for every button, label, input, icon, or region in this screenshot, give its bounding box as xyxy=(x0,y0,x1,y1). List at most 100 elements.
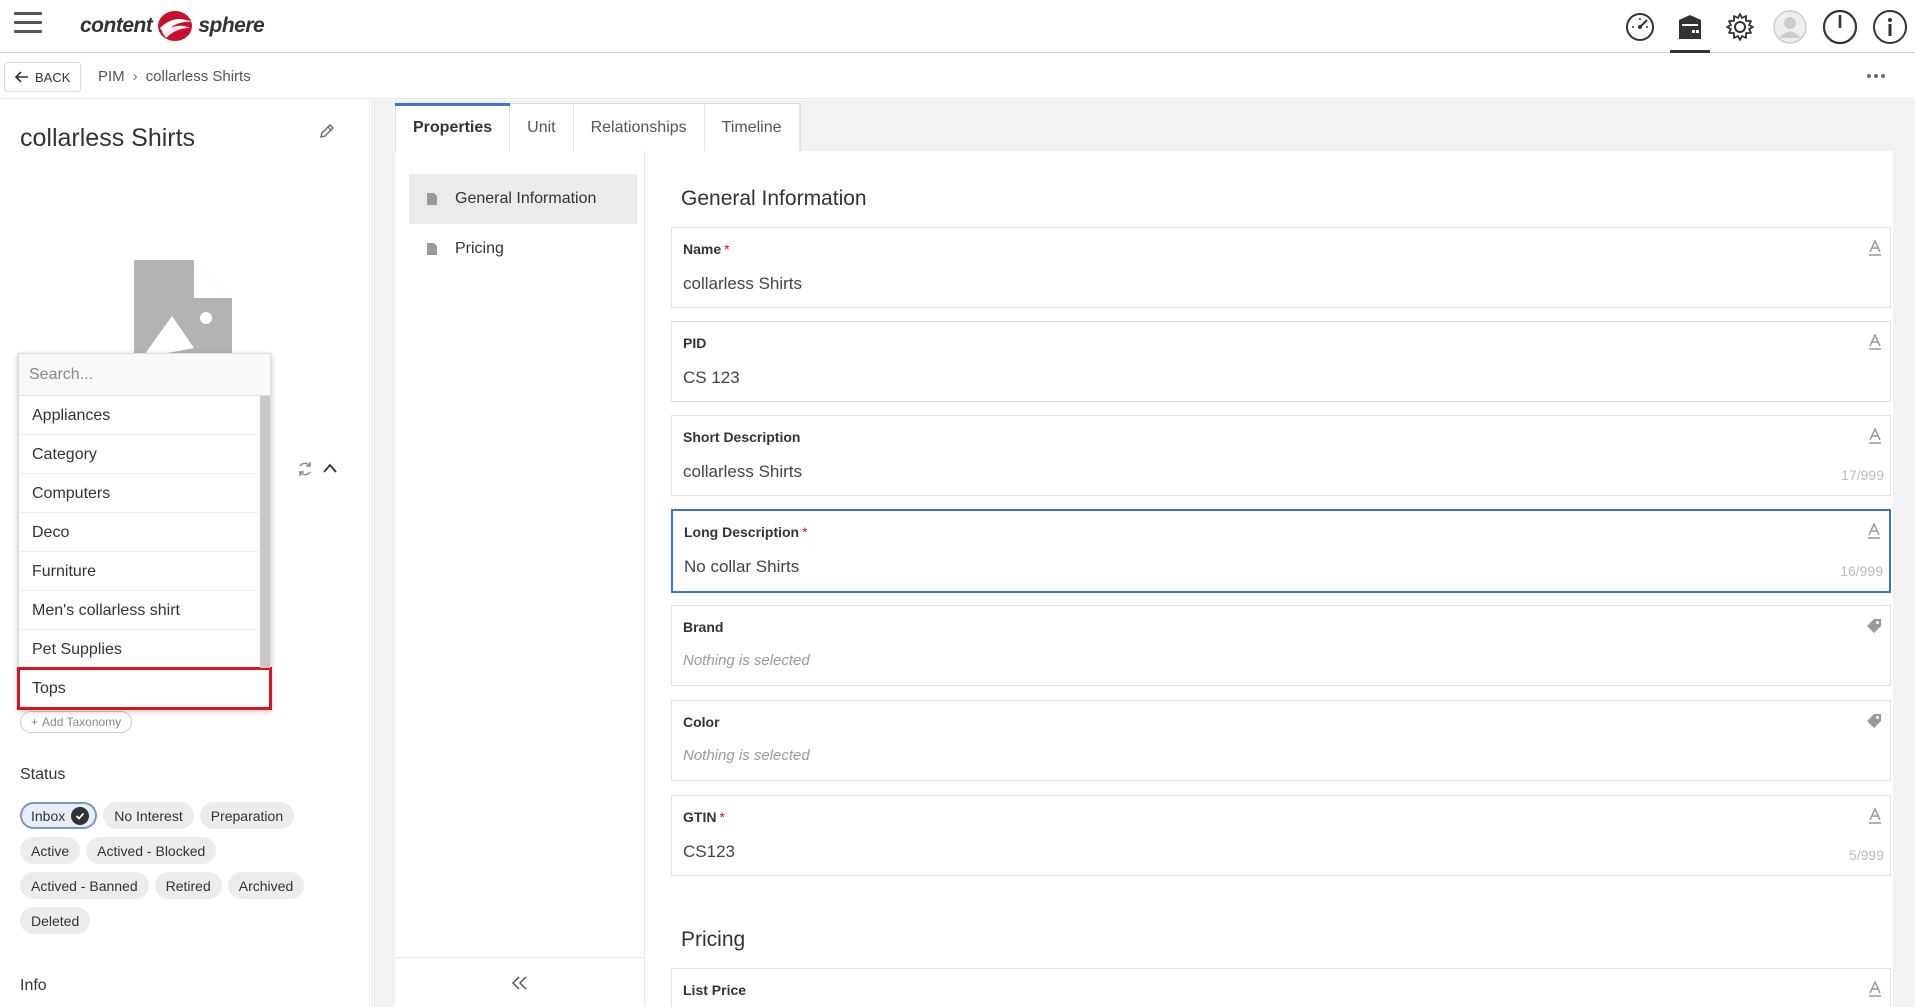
section-title-general-information: General Information xyxy=(681,187,867,210)
field-name-value[interactable]: collarless Shirts xyxy=(683,274,802,294)
pencil-icon[interactable] xyxy=(318,122,336,140)
products-button[interactable] xyxy=(1665,0,1715,53)
text-icon xyxy=(1869,981,1881,997)
info-button[interactable] xyxy=(1865,0,1915,53)
image-placeholder-icon xyxy=(134,260,232,358)
settings-button[interactable] xyxy=(1715,0,1765,53)
taxonomy-option[interactable]: Computers xyxy=(19,474,258,513)
required-asterisk: * xyxy=(719,809,725,825)
field-brand-value[interactable]: Nothing is selected xyxy=(683,652,810,669)
field-short-description[interactable]: Short Description collarless Shirts 17/9… xyxy=(671,415,1891,496)
breadcrumb-item-current: collarless Shirts xyxy=(145,68,251,85)
required-asterisk: * xyxy=(802,524,808,540)
character-counter: 5/999 xyxy=(1848,847,1884,863)
field-brand[interactable]: Brand Nothing is selected xyxy=(671,605,1891,686)
taxonomy-option[interactable]: Appliances xyxy=(19,396,258,435)
chevron-up-icon[interactable] xyxy=(322,462,338,474)
tag-icon xyxy=(1867,714,1881,728)
dashboard-icon xyxy=(1626,12,1654,41)
plus-icon: + xyxy=(31,715,39,729)
app-logo[interactable]: content sphere xyxy=(80,6,265,46)
breadcrumb: PIM › collarless Shirts xyxy=(98,68,251,85)
field-long-description[interactable]: Long Description * No collar Shirts 16/99… xyxy=(671,509,1891,593)
field-gtin[interactable]: GTIN * CS123 5/999 xyxy=(671,795,1891,876)
user-icon xyxy=(1773,9,1807,44)
back-label: BACK xyxy=(35,69,71,85)
field-gtin-value[interactable]: CS123 xyxy=(683,842,735,862)
document-icon xyxy=(427,243,437,255)
taxonomy-option[interactable]: Deco xyxy=(19,513,258,552)
character-counter: 17/999 xyxy=(1841,467,1884,483)
status-chip-preparation[interactable]: Preparation xyxy=(199,802,295,829)
top-bar: content sphere xyxy=(0,0,1915,53)
taxonomy-option[interactable]: Pet Supplies xyxy=(19,630,258,669)
properties-panel: General Information Pricing General Info… xyxy=(395,151,1893,1007)
logo-text-left: content xyxy=(80,14,153,37)
dashboard-button[interactable] xyxy=(1615,0,1665,53)
status-chip-retired[interactable]: Retired xyxy=(154,872,222,899)
taxonomy-dropdown: Appliances Category Computers Deco Furni… xyxy=(17,353,272,710)
breadcrumb-item-pim[interactable]: PIM xyxy=(98,68,125,85)
taxonomy-option[interactable]: Men's collarless shirt xyxy=(19,591,258,630)
tab-bar: Properties Unit Relationships Timeline xyxy=(394,103,801,151)
status-chip-active[interactable]: Active xyxy=(20,837,81,864)
field-long-description-value[interactable]: No collar Shirts xyxy=(684,557,799,577)
back-button[interactable]: BACK xyxy=(4,62,82,92)
tab-unit[interactable]: Unit xyxy=(510,104,574,151)
add-taxonomy-button[interactable]: + Add Taxonomy xyxy=(20,711,133,733)
field-pid[interactable]: PID CS 123 xyxy=(671,321,1891,402)
section-nav: General Information Pricing xyxy=(395,151,645,1007)
breadcrumb-bar: BACK PIM › collarless Shirts xyxy=(0,54,1915,99)
status-chip-no-interest[interactable]: No Interest xyxy=(103,802,194,829)
info-heading: Info xyxy=(20,977,47,994)
field-pid-value[interactable]: CS 123 xyxy=(683,368,740,388)
add-taxonomy-label: Add Taxonomy xyxy=(42,715,122,729)
settings-icon xyxy=(1726,12,1754,41)
tag-icon xyxy=(1867,619,1881,633)
taxonomy-option[interactable]: Category xyxy=(19,435,258,474)
text-icon xyxy=(1869,428,1881,444)
collapse-nav-button[interactable] xyxy=(395,957,645,1007)
logo-swoosh-icon xyxy=(158,11,193,41)
field-list-price[interactable]: List Price xyxy=(671,968,1891,1007)
section-title-pricing: Pricing xyxy=(681,928,746,951)
hamburger-menu-icon[interactable] xyxy=(14,12,42,36)
character-counter: 16/999 xyxy=(1840,563,1883,579)
power-icon xyxy=(1822,9,1858,44)
field-short-description-value[interactable]: collarless Shirts xyxy=(683,462,802,482)
field-name[interactable]: Name * collarless Shirts xyxy=(671,227,1891,308)
power-button[interactable] xyxy=(1815,0,1865,53)
tab-relationships[interactable]: Relationships xyxy=(574,104,705,151)
status-chips: Inbox No Interest Preparation Active Act… xyxy=(20,802,330,934)
status-chip-archived[interactable]: Archived xyxy=(227,872,305,899)
dropdown-scrollbar[interactable] xyxy=(260,396,270,668)
taxonomy-search-input[interactable] xyxy=(19,354,270,396)
taxonomy-option[interactable]: Furniture xyxy=(19,552,258,591)
products-icon xyxy=(1679,14,1701,39)
status-chip-inbox[interactable]: Inbox xyxy=(20,802,98,829)
status-chip-actived-banned[interactable]: Actived - Banned xyxy=(20,872,149,899)
taxonomy-option-list: Appliances Category Computers Deco Furni… xyxy=(17,396,272,710)
chevron-right-icon: › xyxy=(132,68,138,85)
section-nav-pricing[interactable]: Pricing xyxy=(409,224,637,274)
taxonomy-option-tops[interactable]: Tops xyxy=(17,667,272,710)
check-circle-icon xyxy=(71,806,90,825)
more-options-icon[interactable] xyxy=(1867,74,1885,78)
field-color[interactable]: Color Nothing is selected xyxy=(671,700,1891,781)
arrow-left-icon xyxy=(15,71,28,83)
status-chip-actived-blocked[interactable]: Actived - Blocked xyxy=(86,837,217,864)
field-color-value[interactable]: Nothing is selected xyxy=(683,747,810,764)
user-button[interactable] xyxy=(1765,0,1815,53)
text-icon xyxy=(1869,334,1881,350)
tab-timeline[interactable]: Timeline xyxy=(705,104,800,151)
required-asterisk: * xyxy=(724,241,730,257)
info-icon xyxy=(1873,9,1907,44)
document-icon xyxy=(427,193,437,205)
text-icon xyxy=(1868,523,1880,539)
refresh-icon[interactable] xyxy=(296,460,314,478)
tab-properties[interactable]: Properties xyxy=(394,103,511,151)
section-nav-general-information[interactable]: General Information xyxy=(409,174,637,224)
text-icon xyxy=(1869,808,1881,824)
text-icon xyxy=(1869,240,1881,256)
status-chip-deleted[interactable]: Deleted xyxy=(20,907,91,934)
